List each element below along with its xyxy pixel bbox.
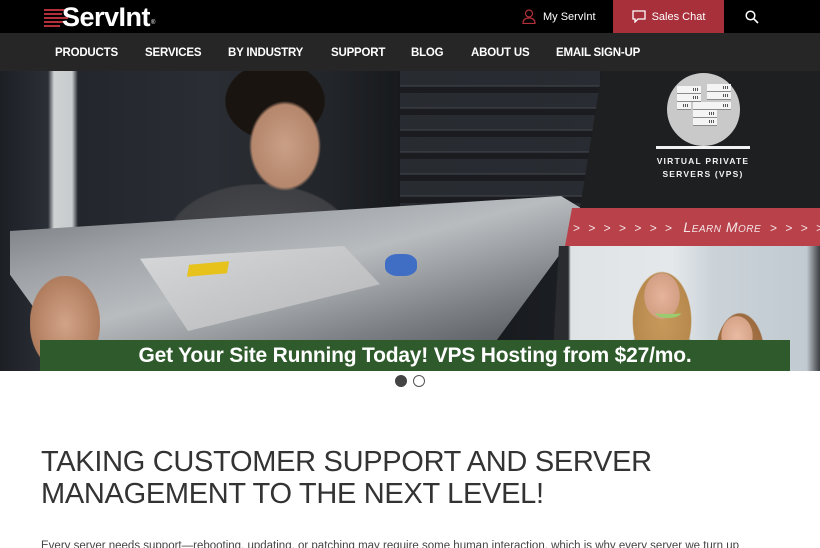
- vps-title-line2: SERVERS (VPS): [662, 169, 744, 179]
- chat-bubble-icon: [631, 10, 646, 23]
- server-rack-image: [400, 71, 600, 211]
- my-servint-label: My ServInt: [543, 10, 596, 23]
- nav-item-email-signup[interactable]: EMAIL SIGN-UP: [556, 33, 640, 71]
- nav-item-blog[interactable]: BLOG: [411, 33, 444, 71]
- learn-more-arrows-left: > > > > > > >: [573, 221, 675, 235]
- search-button[interactable]: [736, 0, 768, 33]
- search-icon: [745, 9, 759, 24]
- nav-item-products[interactable]: PRODUCTS: [55, 33, 118, 71]
- vps-title: VIRTUAL PRIVATE SERVERS (VPS): [640, 155, 766, 181]
- my-servint-link[interactable]: My ServInt: [522, 0, 596, 33]
- necklace-detail: [655, 308, 681, 318]
- servint-logo[interactable]: ServInt ®: [44, 2, 155, 32]
- hero-slider[interactable]: VIRTUAL PRIVATE SERVERS (VPS) > > > > > …: [0, 71, 820, 371]
- carousel-dots: [395, 375, 425, 387]
- logo-text: ServInt: [62, 2, 151, 32]
- learn-more-label: Learn More: [683, 219, 762, 235]
- section-headline: TAKING CUSTOMER SUPPORT AND SERVER MANAG…: [41, 446, 652, 510]
- nav-item-about-us[interactable]: ABOUT US: [471, 33, 530, 71]
- blue-connector-image: [385, 254, 417, 276]
- logo-trademark: ®: [151, 20, 156, 26]
- section-body-text: Every server needs support—rebooting, up…: [41, 540, 740, 548]
- main-nav: PRODUCTS SERVICES BY INDUSTRY SUPPORT BL…: [0, 33, 820, 71]
- top-bar: ServInt ® My ServInt Sales Chat: [0, 0, 820, 33]
- sales-chat-label: Sales Chat: [651, 10, 706, 23]
- nav-item-services[interactable]: SERVICES: [145, 33, 202, 71]
- carousel-dot-1[interactable]: [395, 375, 407, 387]
- nav-item-by-industry[interactable]: BY INDUSTRY: [228, 33, 303, 71]
- learn-more-link[interactable]: > > > > > > > Learn More > > > > > >: [573, 208, 820, 246]
- user-icon: [522, 9, 536, 24]
- vps-divider: [656, 146, 750, 149]
- vps-title-line1: VIRTUAL PRIVATE: [656, 156, 750, 166]
- learn-more-arrows-right: > > > > > >: [770, 221, 820, 235]
- sales-chat-button[interactable]: Sales Chat: [613, 0, 724, 33]
- promo-banner[interactable]: Get Your Site Running Today! VPS Hosting…: [40, 340, 790, 371]
- carousel-dot-2[interactable]: [413, 375, 425, 387]
- nav-item-support[interactable]: SUPPORT: [331, 33, 385, 71]
